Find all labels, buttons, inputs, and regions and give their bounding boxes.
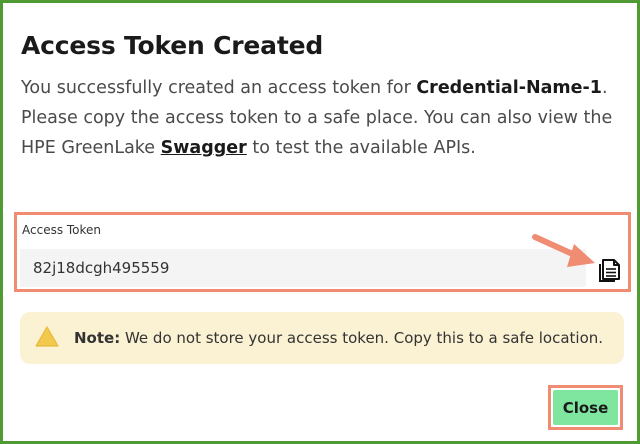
pointer-arrow-icon	[532, 234, 595, 267]
dialog-title: Access Token Created	[21, 31, 324, 60]
description-intro: You successfully created an access token…	[21, 78, 417, 98]
description-outro: to test the available APIs.	[246, 138, 476, 158]
access-token-input[interactable]	[20, 249, 586, 287]
copy-token-button[interactable]	[597, 253, 625, 285]
access-token-dialog: Access Token Created You successfully cr…	[0, 0, 640, 444]
credential-name: Credential-Name-1	[416, 78, 602, 98]
swagger-link[interactable]: Swagger	[161, 138, 247, 158]
note-message: Note: We do not store your access token.…	[74, 329, 603, 347]
access-token-label: Access Token	[22, 223, 102, 237]
close-button-highlight: Close	[548, 385, 623, 430]
note-text: We do not store your access token. Copy …	[120, 329, 604, 347]
dialog-description: You successfully created an access token…	[21, 73, 621, 163]
warning-icon	[35, 326, 59, 347]
note-label: Note:	[74, 329, 121, 347]
close-button[interactable]: Close	[553, 390, 618, 425]
note-banner: Note: We do not store your access token.…	[20, 312, 624, 364]
copy-icon	[599, 259, 620, 282]
